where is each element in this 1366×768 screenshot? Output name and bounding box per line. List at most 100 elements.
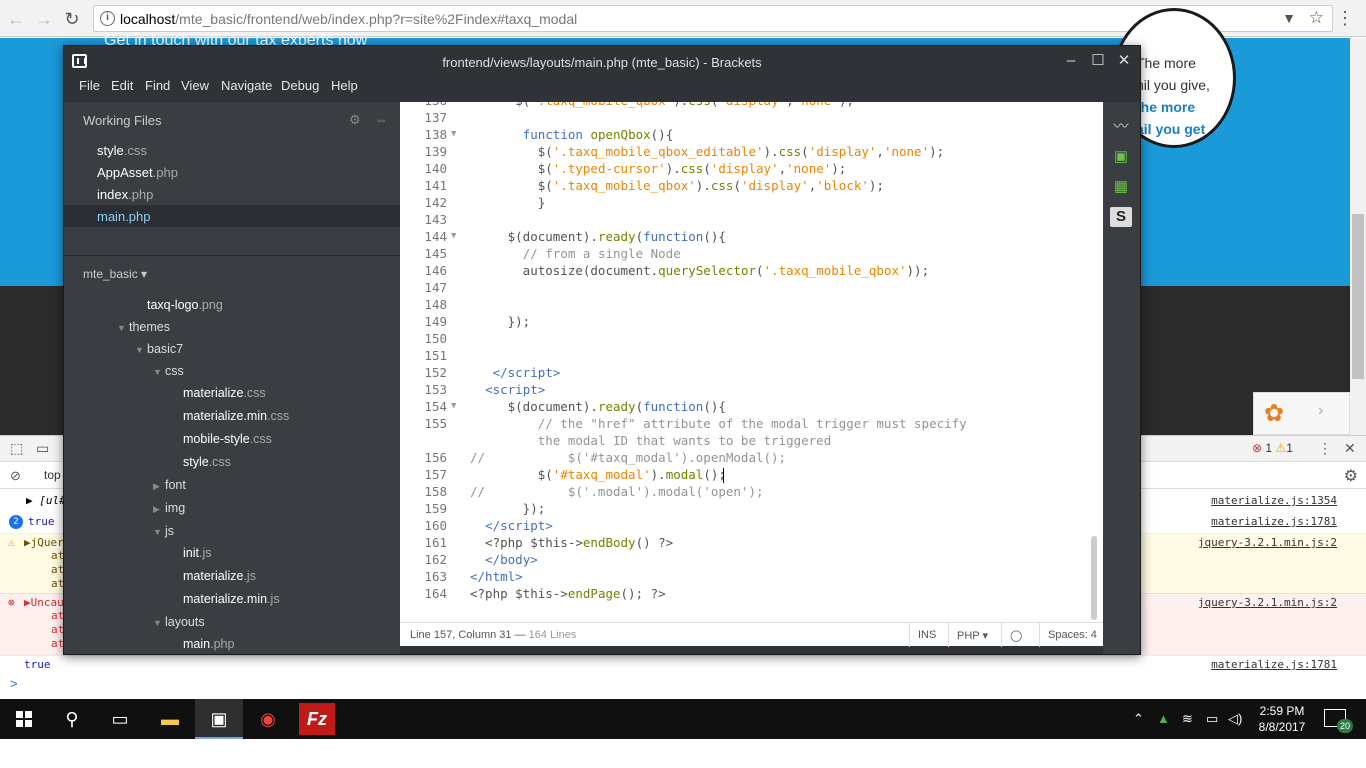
tree-file[interactable]: init.js — [183, 546, 211, 568]
gear-icon[interactable]: ⚙ — [349, 112, 361, 128]
more-options-icon[interactable]: ⋮ — [1318, 440, 1332, 457]
code-line[interactable]: 156 // $('#taxq_modal').openModal(); — [400, 450, 1100, 467]
chevron-right-icon[interactable]: › — [1318, 402, 1323, 420]
tree-file[interactable]: style.css — [183, 455, 231, 477]
code-line[interactable]: 143 — [400, 212, 1100, 229]
code-text[interactable]: $('#taxq_modal').modal(); — [470, 467, 726, 482]
page-scroll-thumb[interactable] — [1352, 214, 1364, 379]
line-number[interactable]: 145 — [400, 246, 447, 261]
tree-file[interactable]: taxq-logo.png — [147, 298, 223, 320]
code-text[interactable]: // the "href" attribute of the modal tri… — [470, 416, 967, 431]
code-text[interactable]: the modal ID that wants to be triggered — [470, 433, 832, 448]
line-number[interactable]: 159 — [400, 501, 447, 516]
line-number[interactable]: 138 — [400, 127, 447, 142]
code-text[interactable]: }); — [470, 501, 546, 516]
minimize-icon[interactable]: – — [1061, 51, 1081, 71]
code-line[interactable]: 154 ▼ $(document).ready(function(){ — [400, 399, 1100, 416]
maximize-icon[interactable]: ☐ — [1088, 51, 1108, 71]
code-line[interactable]: 141 $('.taxq_mobile_qbox').css('display'… — [400, 178, 1100, 195]
line-number[interactable]: 158 — [400, 484, 447, 499]
tray-expand-icon[interactable]: ⌃ — [1133, 711, 1144, 727]
page-scrollbar[interactable] — [1350, 38, 1366, 435]
code-line[interactable]: 137 — [400, 110, 1100, 127]
console-settings-icon[interactable]: ⚙ — [1344, 466, 1358, 486]
line-number[interactable]: 149 — [400, 314, 447, 329]
line-number[interactable]: 142 — [400, 195, 447, 210]
chrome-icon[interactable]: ◉ — [244, 699, 292, 739]
back-icon[interactable]: ← — [6, 9, 26, 29]
gift-icon[interactable]: ▦ — [1110, 177, 1132, 197]
code-text[interactable]: $('.taxq_mobile_qbox').css('display','no… — [470, 102, 854, 108]
code-text[interactable]: autosize(document.querySelector('.taxq_m… — [470, 263, 929, 278]
code-text[interactable]: $('.taxq_mobile_qbox').css('display','bl… — [470, 178, 884, 193]
close-devtools-icon[interactable]: ✕ — [1344, 440, 1356, 457]
task-view-icon[interactable]: ▭ — [96, 699, 144, 739]
menu-file[interactable]: File — [79, 78, 100, 93]
code-text[interactable]: } — [470, 195, 546, 210]
context-selector[interactable]: top — [44, 468, 61, 482]
source-link[interactable]: materialize.js:1781 — [1211, 515, 1337, 528]
tree-folder[interactable]: ▶ font — [153, 478, 186, 500]
tree-file[interactable]: materialize.min.js — [183, 592, 280, 614]
s-extension-icon[interactable]: S — [1110, 207, 1132, 227]
code-text[interactable]: <?php $this->endBody() ?> — [470, 535, 673, 550]
language-selector[interactable]: PHP ▾ — [948, 623, 996, 647]
source-link[interactable]: materialize.js:1354 — [1211, 494, 1337, 507]
line-number[interactable]: 140 — [400, 161, 447, 176]
line-number[interactable]: 139 — [400, 144, 447, 159]
line-number[interactable]: 143 — [400, 212, 447, 227]
tree-file[interactable]: main.php — [183, 637, 234, 654]
source-link[interactable]: jquery-3.2.1.min.js:2 — [1198, 536, 1337, 549]
split-view-icon[interactable]: ⇔ — [375, 112, 388, 127]
working-file-item[interactable]: style.css — [64, 139, 400, 161]
line-number[interactable]: 164 — [400, 586, 447, 601]
extension-icon[interactable]: ▼ — [1282, 10, 1296, 26]
line-number[interactable]: 153 — [400, 382, 447, 397]
code-line[interactable]: 157 $('#taxq_modal').modal(); — [400, 467, 1100, 484]
code-line[interactable]: 151 — [400, 348, 1100, 365]
code-text[interactable]: $('.typed-cursor').css('display','none')… — [470, 161, 847, 176]
tree-folder[interactable]: ▼ js — [153, 524, 174, 546]
code-line[interactable]: 159 }); — [400, 501, 1100, 518]
close-icon[interactable]: ✕ — [1114, 51, 1134, 71]
insert-mode-toggle[interactable]: INS — [909, 623, 944, 647]
fold-toggle-icon[interactable]: ▼ — [451, 401, 456, 411]
code-line[interactable]: 158 // $('.modal').modal('open'); — [400, 484, 1100, 501]
code-text[interactable]: function openQbox(){ — [470, 127, 674, 142]
code-line[interactable]: 144 ▼ $(document).ready(function(){ — [400, 229, 1100, 246]
line-number[interactable]: 155 — [400, 416, 447, 431]
tree-folder[interactable]: ▶ img — [153, 501, 185, 523]
code-line[interactable]: 164 <?php $this->endPage(); ?> — [400, 586, 1100, 603]
console-message[interactable]: true materialize.js:1781 — [0, 655, 1366, 675]
line-number[interactable]: 157 — [400, 467, 447, 482]
indent-setting[interactable]: Spaces: 4 — [1039, 623, 1105, 647]
code-line[interactable]: 160 </script> — [400, 518, 1100, 535]
code-text[interactable]: }); — [470, 314, 531, 329]
menu-navigate[interactable]: Navigate — [221, 78, 272, 93]
code-text[interactable]: $(document).ready(function(){ — [470, 229, 726, 244]
url-text[interactable]: localhost/mte_basic/frontend/web/index.p… — [120, 11, 577, 27]
tree-file[interactable]: materialize.css — [183, 386, 266, 408]
code-line[interactable]: 161 <?php $this->endBody() ?> — [400, 535, 1100, 552]
source-link[interactable]: jquery-3.2.1.min.js:2 — [1198, 596, 1337, 609]
tree-folder[interactable]: ▼ layouts — [153, 615, 205, 637]
code-line[interactable]: 146 autosize(document.querySelector('.ta… — [400, 263, 1100, 280]
menu-view[interactable]: View — [181, 78, 209, 93]
search-icon[interactable]: ⚲ — [48, 699, 96, 739]
file-explorer-icon[interactable]: ▬ — [146, 699, 194, 739]
line-number[interactable]: 154 — [400, 399, 447, 414]
code-line[interactable]: 139 $('.taxq_mobile_qbox_editable').css(… — [400, 144, 1100, 161]
info-icon[interactable]: i — [100, 11, 115, 26]
filezilla-icon[interactable]: Fz — [299, 703, 335, 735]
line-number[interactable]: 151 — [400, 348, 447, 363]
code-line[interactable]: 155 // the "href" attribute of the modal… — [400, 416, 1100, 433]
fold-toggle-icon[interactable]: ▼ — [451, 129, 456, 139]
brackets-icon[interactable]: ▣ — [195, 699, 243, 739]
code-text[interactable]: // from a single Node — [470, 246, 681, 261]
line-number[interactable]: 141 — [400, 178, 447, 193]
live-preview-icon[interactable]: 〰 — [1110, 117, 1132, 137]
code-text[interactable]: // $('#taxq_modal').openModal(); — [470, 450, 786, 465]
code-line[interactable]: 138 ▼ function openQbox(){ — [400, 127, 1100, 144]
line-number[interactable]: 144 — [400, 229, 447, 244]
clear-console-icon[interactable]: ⊘ — [10, 468, 21, 484]
